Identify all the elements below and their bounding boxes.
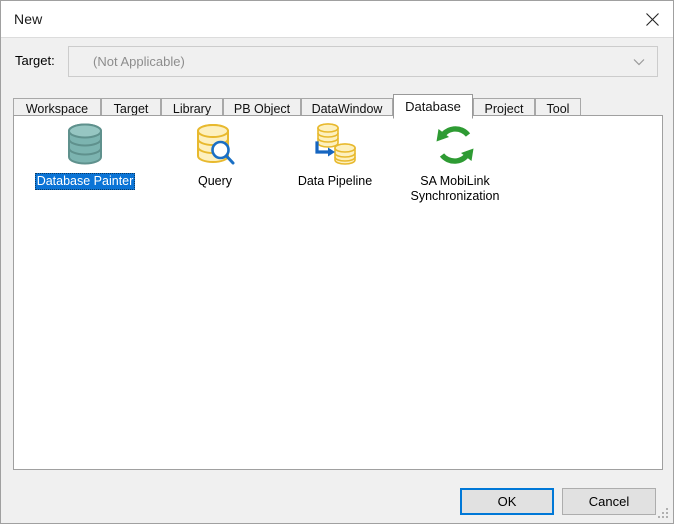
target-row: Target: (Not Applicable)	[1, 38, 673, 88]
list-item-label: SA MobiLink Synchronization	[410, 174, 500, 203]
list-item-label: Data Pipeline	[297, 174, 373, 188]
chevron-down-icon	[631, 47, 647, 76]
new-dialog: New Target: (Not Applicable) Workspace T…	[0, 0, 674, 524]
target-value: (Not Applicable)	[93, 54, 185, 69]
cancel-button[interactable]: Cancel	[562, 488, 656, 515]
resize-grip[interactable]	[658, 508, 670, 520]
close-icon	[645, 12, 659, 26]
list-item-label: Database Painter	[34, 173, 136, 190]
page-title: New	[14, 11, 43, 27]
tab-database[interactable]: Database	[393, 94, 473, 119]
list-item[interactable]: Query	[156, 120, 274, 190]
ok-button[interactable]: OK	[460, 488, 554, 515]
target-combobox[interactable]: (Not Applicable)	[68, 46, 658, 77]
data-pipeline-icon	[276, 120, 394, 170]
target-label: Target:	[15, 53, 55, 68]
list-item[interactable]: Data Pipeline	[276, 120, 394, 190]
close-button[interactable]	[629, 1, 673, 37]
title-bar: New	[1, 1, 673, 38]
object-list-panel: Database Painter Query Data Pipeline SA …	[13, 115, 663, 470]
list-item-label: Query	[197, 174, 233, 188]
database-search-icon	[156, 120, 274, 170]
list-item[interactable]: SA MobiLink Synchronization	[396, 120, 514, 205]
sync-circle-icon	[396, 120, 514, 170]
list-item[interactable]: Database Painter	[26, 120, 144, 190]
database-cylinder-icon	[26, 120, 144, 170]
